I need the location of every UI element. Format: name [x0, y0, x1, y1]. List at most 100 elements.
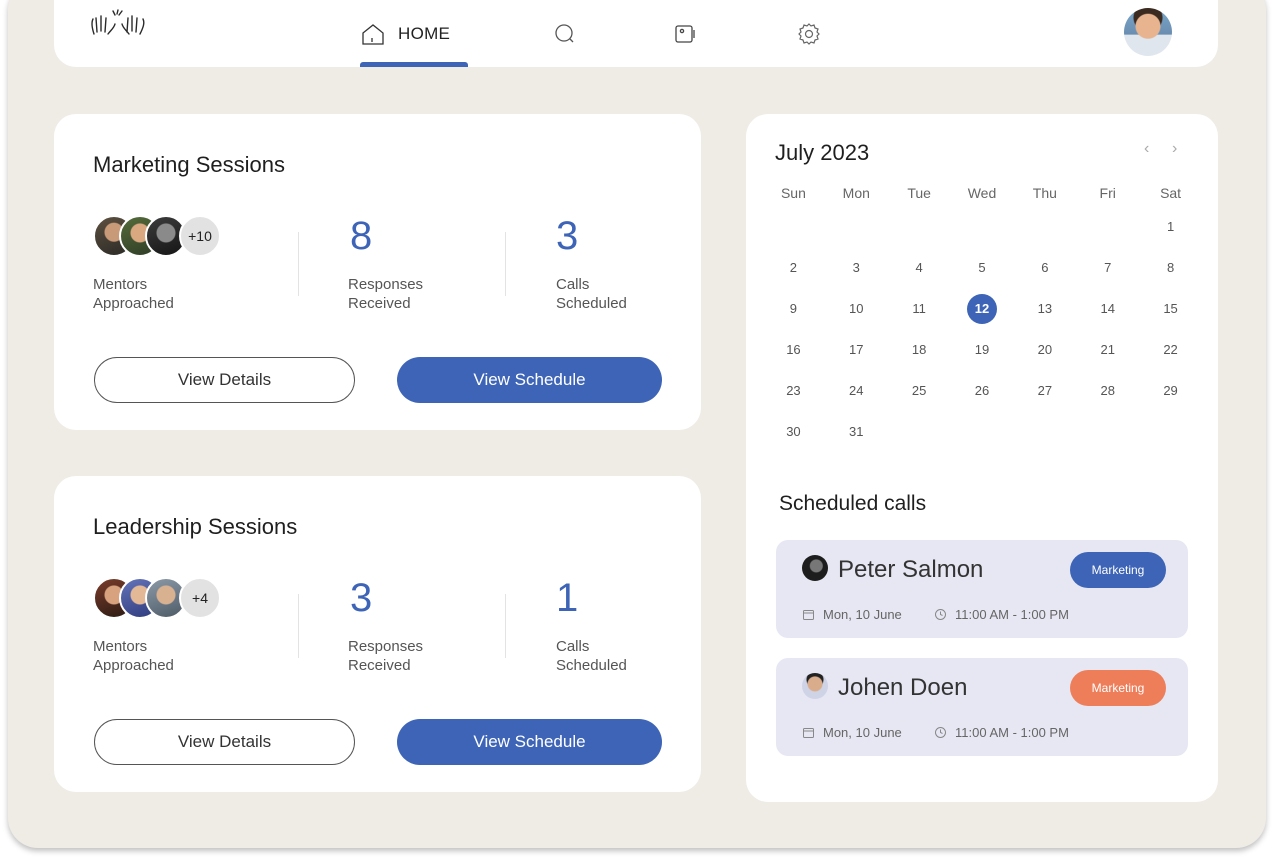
calendar-day[interactable]: 8 [1139, 260, 1202, 275]
calendar-day[interactable]: 13 [1013, 301, 1076, 316]
card-title: Marketing Sessions [93, 152, 285, 177]
calendar-day[interactable]: 3 [825, 260, 888, 275]
calendar-week-row: 1 [762, 206, 1202, 247]
mentors-label: Mentors Approached [93, 276, 174, 312]
marketing-sessions-card: Marketing Sessions +10 Mentors Approache… [54, 114, 701, 430]
calls-label: Calls Scheduled [556, 276, 627, 312]
responses-value: 8 [350, 214, 373, 258]
stat-divider [505, 232, 506, 296]
calendar-day[interactable]: 20 [1013, 342, 1076, 357]
calendar-day[interactable]: 19 [951, 342, 1014, 357]
calendar-day[interactable]: 25 [888, 383, 951, 398]
calendar-day[interactable]: 16 [762, 342, 825, 357]
calendar-day[interactable]: 9 [762, 301, 825, 316]
scheduled-call-card[interactable]: Peter Salmon Marketing Mon, 10 June 11:0… [776, 540, 1188, 638]
avatars-more-count: +4 [179, 577, 221, 619]
high-five-hands-icon[interactable] [88, 8, 150, 42]
calendar-icon [803, 728, 814, 738]
responses-value: 3 [350, 576, 373, 620]
stat-divider [298, 594, 299, 658]
weekday-label: Tue [907, 185, 931, 201]
calendar-day[interactable]: 27 [1013, 383, 1076, 398]
search-icon [555, 23, 574, 42]
calendar-day[interactable]: 31 [825, 424, 888, 439]
call-time: 11:00 AM - 1:00 PM [934, 607, 1069, 622]
home-icon [362, 23, 384, 45]
calendar-day[interactable]: 2 [762, 260, 825, 275]
calendar-day[interactable]: 5 [951, 260, 1014, 275]
calls-value: 1 [556, 576, 579, 620]
calendar-grid: Sun Mon Tue Wed Thu Fri Sat 1 2 3 4 5 6 7 8 9 10 1… [762, 180, 1202, 452]
call-category-badge[interactable]: Marketing [1070, 670, 1166, 706]
avatars-more-count: +10 [179, 215, 221, 257]
calendar-day[interactable]: 22 [1139, 342, 1202, 357]
clock-icon [935, 727, 946, 738]
calendar-day[interactable]: 11 [888, 301, 951, 316]
call-category-badge[interactable]: Marketing [1070, 552, 1166, 588]
call-person-name: Peter Salmon [838, 556, 984, 583]
avatar [802, 555, 828, 581]
calendar-day[interactable]: 28 [1076, 383, 1139, 398]
calendar-week-row: 16 17 18 19 20 21 22 [762, 329, 1202, 370]
nav-home-label: HOME [398, 23, 451, 43]
stat-divider [505, 594, 506, 658]
calendar-next-icon[interactable]: › [1172, 140, 1177, 158]
weekday-label: Wed [967, 185, 997, 201]
leadership-sessions-card: Leadership Sessions +4 Mentors Approache… [54, 476, 701, 792]
top-nav-bar: HOME [54, 0, 1218, 67]
call-time: 11:00 AM - 1:00 PM [934, 725, 1069, 740]
calendar-prev-icon[interactable]: ‹ [1144, 140, 1149, 158]
weekday-label: Sat [1160, 185, 1182, 201]
nav-search[interactable] [554, 0, 576, 67]
calendar-day[interactable]: 7 [1076, 260, 1139, 275]
calendar-weekday-row: Sun Mon Tue Wed Thu Fri Sat [762, 180, 1202, 206]
mentor-avatars[interactable]: +10 [93, 215, 233, 257]
nav-settings[interactable] [796, 0, 822, 67]
calendar-day[interactable]: 26 [951, 383, 1014, 398]
calendar-day[interactable]: 10 [825, 301, 888, 316]
nav-home[interactable]: HOME [360, 0, 468, 67]
calls-value: 3 [556, 214, 579, 258]
responses-label: Responses Received [348, 276, 424, 312]
weekday-label: Mon [842, 185, 870, 201]
calendar-week-row: 23 24 25 26 27 28 29 [762, 370, 1202, 411]
mentors-label: Mentors Approached [93, 638, 174, 674]
scheduled-calls-title: Scheduled calls [779, 492, 927, 515]
weekday-label: Sun [780, 185, 806, 201]
user-avatar[interactable] [1124, 8, 1172, 56]
responses-label: Responses Received [348, 638, 424, 674]
calendar-day[interactable]: 4 [888, 260, 951, 275]
view-schedule-button[interactable]: View Schedule [397, 719, 662, 765]
calendar-day[interactable]: 29 [1139, 383, 1202, 398]
view-details-button[interactable]: View Details [94, 719, 355, 765]
view-details-button[interactable]: View Details [94, 357, 355, 403]
calendar-day[interactable]: 30 [762, 424, 825, 439]
calendar-day[interactable]: 14 [1076, 301, 1139, 316]
nav-active-indicator [360, 62, 468, 67]
calendar-day[interactable]: 24 [825, 383, 888, 398]
clock-icon [935, 609, 946, 620]
card-title: Leadership Sessions [93, 514, 298, 539]
view-schedule-button[interactable]: View Schedule [397, 357, 662, 403]
calendar-day[interactable]: 6 [1013, 260, 1076, 275]
calendar-week-row: 2345678 [762, 247, 1202, 288]
calendar-card: July 2023 ‹ › Sun Mon Tue Wed Thu Fri Sa… [746, 114, 1218, 802]
scheduled-call-card[interactable]: Johen Doen Marketing Mon, 10 June 11:00 … [776, 658, 1188, 756]
calendar-day[interactable]: 12 [951, 293, 1014, 324]
calendar-day[interactable]: 15 [1139, 301, 1202, 316]
weekday-label: Fri [1099, 185, 1116, 201]
call-person-name: Johen Doen [838, 674, 968, 701]
calendar-icon [803, 610, 814, 620]
calendar-month-title: July 2023 [775, 140, 870, 165]
calendar-day[interactable]: 23 [762, 383, 825, 398]
calendar-day[interactable]: 17 [825, 342, 888, 357]
calendar-day[interactable]: 1 [1139, 219, 1202, 234]
gear-icon [798, 22, 820, 45]
calendar-day[interactable]: 21 [1076, 342, 1139, 357]
calendar-week-row: 30 31 [762, 411, 1202, 452]
mentor-avatars[interactable]: +4 [93, 577, 233, 619]
video-icon [675, 24, 695, 43]
calendar-day[interactable]: 18 [888, 342, 951, 357]
nav-video[interactable] [674, 0, 700, 67]
calendar-weeks: 1 2 3 4 5 6 7 8 9 10 11 12 13 14 15 16 17 18 19 20 21 22 23 24 2… [762, 206, 1202, 452]
